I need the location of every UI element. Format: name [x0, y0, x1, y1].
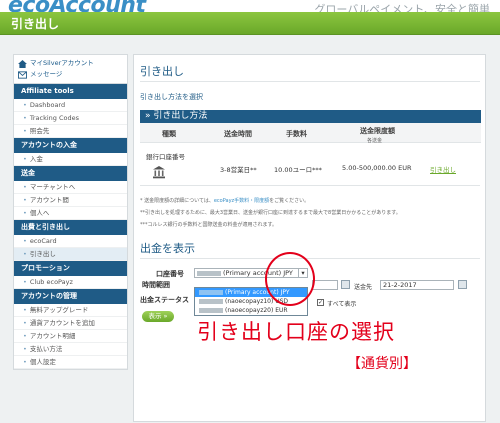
main-title: 引き出し: [140, 65, 184, 78]
sidebar-item-messages[interactable]: メッセージ: [18, 69, 123, 80]
highlight-circle: [265, 252, 315, 306]
sidebar-section-affiliate: Affiliate tools: [14, 84, 127, 99]
mail-icon: [18, 70, 27, 79]
sidebar-item-upgrade[interactable]: • 無料アップグレード: [14, 304, 127, 317]
display-title: 出金を表示: [140, 242, 195, 255]
sidebar-section-deposit: アカウントの入金: [14, 138, 127, 153]
calendar-icon[interactable]: [341, 280, 350, 289]
sidebar-item-deposit[interactable]: • 入金: [14, 153, 127, 166]
sidebar-item-add-currency[interactable]: • 通貨アカウントを追加: [14, 317, 127, 330]
row-type: 銀行口座番号: [146, 153, 185, 161]
col-fee: 手数料: [286, 130, 307, 138]
divider: [140, 185, 480, 186]
sidebar-item-payment-methods[interactable]: • 支払い方法: [14, 343, 127, 356]
sidebar-item-to-person[interactable]: • 個人へ: [14, 207, 127, 220]
sidebar-section-promotion: プロモーション: [14, 261, 127, 276]
sidebar-item-statement[interactable]: • アカウント明細: [14, 330, 127, 343]
sidebar-item-personal-settings[interactable]: • 個人設定: [14, 356, 127, 369]
sidebar-item-to-merchant[interactable]: • マーチャントへ: [14, 181, 127, 194]
dropdown-option[interactable]: (naoecopayz20) EUR: [195, 306, 307, 315]
bank-icon: [153, 166, 165, 179]
note-3: ***コルレス銀行の手数料と国際送金の料金が適用されます。: [140, 222, 278, 228]
sidebar-item-club-ecopayz[interactable]: • Club ecoPayz: [14, 276, 127, 289]
status-label: 出金ステータス: [140, 296, 189, 304]
sidebar-top: マイSilverアカウント メッセージ: [14, 55, 127, 84]
to-date-field[interactable]: 21-2-2017: [380, 280, 454, 290]
note-2: **引き出しを処理するために、最大3営業日、送金が銀行口座に到達するまで最大で8…: [140, 210, 401, 216]
home-icon: [18, 59, 27, 68]
divider: [140, 258, 480, 259]
table-header: 種類 送金時間 手数料 送金限度額 各送金: [140, 123, 481, 144]
sidebar-label: マイSilverアカウント: [30, 59, 94, 67]
main-subtitle: 引き出し方法を選択: [140, 93, 203, 101]
sidebar: マイSilverアカウント メッセージ Affiliate tools • Das…: [13, 54, 128, 370]
row-limit: 5.00-500,000.00 EUR: [342, 164, 412, 172]
sidebar-section-transfer: 送金: [14, 166, 127, 181]
from-date-field[interactable]: [312, 280, 338, 290]
sidebar-item-referrals[interactable]: • 照会先: [14, 125, 127, 138]
title-bar: 引き出し: [0, 12, 500, 35]
account-label: 口座番号: [156, 270, 184, 278]
sidebar-label: メッセージ: [30, 70, 63, 78]
sidebar-item-withdraw[interactable]: • 引き出し: [14, 248, 127, 261]
show-all-label: すべて表示: [327, 301, 357, 308]
sidebar-item-between-accounts[interactable]: • アカウント間: [14, 194, 127, 207]
show-button[interactable]: 表示 »: [142, 311, 174, 322]
annotation-main: 引き出し口座の選択: [197, 320, 395, 344]
sidebar-item-tracking-codes[interactable]: • Tracking Codes: [14, 112, 127, 125]
main-panel: 引き出し 引き出し方法を選択 » 引き出し方法 種類 送金時間 手数料 送金限度…: [133, 54, 486, 422]
divider: [140, 81, 480, 82]
annotation-sub: 【通貨別】: [347, 356, 417, 372]
row-time: 3-8営業日**: [220, 166, 257, 174]
to-label: 送金先: [354, 284, 373, 291]
methods-header: » 引き出し方法: [140, 110, 481, 123]
col-time: 送金時間: [224, 130, 252, 138]
sidebar-item-dashboard[interactable]: • Dashboard: [14, 99, 127, 112]
withdraw-link[interactable]: 引き出し: [430, 164, 456, 174]
sidebar-section-spend-withdraw: 出費と引き出し: [14, 220, 127, 235]
page-title: 引き出し: [11, 17, 60, 31]
sidebar-section-account-management: アカウントの管理: [14, 289, 127, 304]
sidebar-item-ecocard[interactable]: • ecoCard: [14, 235, 127, 248]
sidebar-item-my-account[interactable]: マイSilverアカウント: [18, 58, 123, 69]
fees-link[interactable]: ecoPayz手数料・限度額: [214, 198, 269, 204]
row-fee: 10.00ユーロ***: [274, 166, 322, 174]
calendar-icon[interactable]: [458, 280, 467, 289]
col-type: 種類: [162, 130, 176, 138]
col-limit-sub: 各送金: [367, 138, 383, 144]
period-label: 時間範囲: [142, 281, 170, 289]
note-1: * 送金限度額の詳細については、ecoPayz手数料・限度額をご覧ください。: [140, 198, 310, 204]
col-limit: 送金限度額: [360, 127, 395, 135]
show-all-checkbox[interactable]: ✓: [317, 299, 324, 306]
